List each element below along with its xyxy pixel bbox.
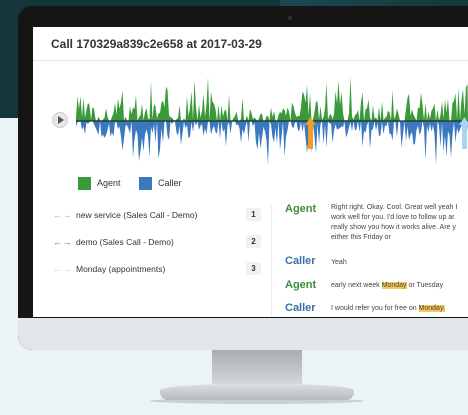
caller-waveform (76, 121, 468, 165)
topic-label: demo (Sales Call - Demo) (76, 237, 174, 247)
caller-swatch (139, 177, 153, 190)
keyword-highlight[interactable]: Monday (381, 282, 407, 289)
monitor-chin (18, 318, 468, 350)
double-arrow-icon: ← → (53, 237, 71, 247)
waveform-legend: Agent Caller (78, 177, 198, 190)
app-screen: Call 170329a839c2e658 at 2017-03-29 Agen… (33, 27, 468, 317)
speaker-label-caller: Caller (285, 302, 316, 314)
utterance-text: Yeah (331, 259, 347, 266)
speaker-label-agent: Agent (285, 203, 317, 215)
topic-item[interactable]: ← → new service (Sales Call - Demo) 1 (48, 205, 273, 232)
utterance-segment: or Tuesday (406, 282, 444, 289)
legend-caller: Caller (139, 177, 182, 190)
double-arrow-icon: ← → (53, 210, 71, 220)
agent-swatch (78, 177, 91, 190)
legend-caller-label: Caller (158, 177, 182, 188)
keyword-highlight[interactable]: Monday. (418, 305, 445, 312)
topic-label: new service (Sales Call - Demo) (76, 210, 198, 220)
topic-label: Monday (appointments) (76, 264, 166, 274)
topic-count-badge: 3 (246, 262, 261, 275)
topic-item[interactable]: ← → Monday (appointments) 3 (48, 259, 273, 286)
monitor-stand-base (160, 384, 354, 400)
topic-count-badge: 1 (246, 208, 261, 221)
title-divider (33, 60, 468, 61)
agent-waveform (76, 77, 468, 121)
topic-item[interactable]: ← → demo (Sales Call - Demo) 2 (48, 232, 273, 259)
legend-agent-label: Agent (97, 177, 121, 188)
wave-caller-path (76, 121, 468, 165)
panel-divider (271, 205, 272, 317)
topic-list: ← → new service (Sales Call - Demo) 1 ← … (48, 205, 273, 286)
speaker-label-agent: Agent (285, 279, 317, 291)
utterance-text: early next week Monday or Tuesday (331, 281, 468, 291)
speaker-label-caller: Caller (285, 255, 316, 267)
utterance-text: I would refer you for free on Monday. (331, 304, 468, 314)
utterance-segment: I would refer you for free on (331, 305, 419, 312)
utterance-text: Right right. Okay. Cool. Great well yeah… (331, 204, 458, 241)
call-title: Call 170329a839c2e658 at 2017-03-29 (51, 37, 262, 51)
monitor-stand-neck (212, 350, 302, 384)
camera-icon (288, 16, 292, 20)
double-arrow-icon: ← → (53, 264, 71, 274)
play-button[interactable] (52, 112, 68, 128)
legend-agent: Agent (78, 177, 121, 190)
wave-agent-path (76, 77, 468, 121)
topic-count-badge: 2 (246, 235, 261, 248)
utterance-segment: early next week (331, 282, 382, 289)
audio-waveform[interactable] (76, 75, 468, 167)
